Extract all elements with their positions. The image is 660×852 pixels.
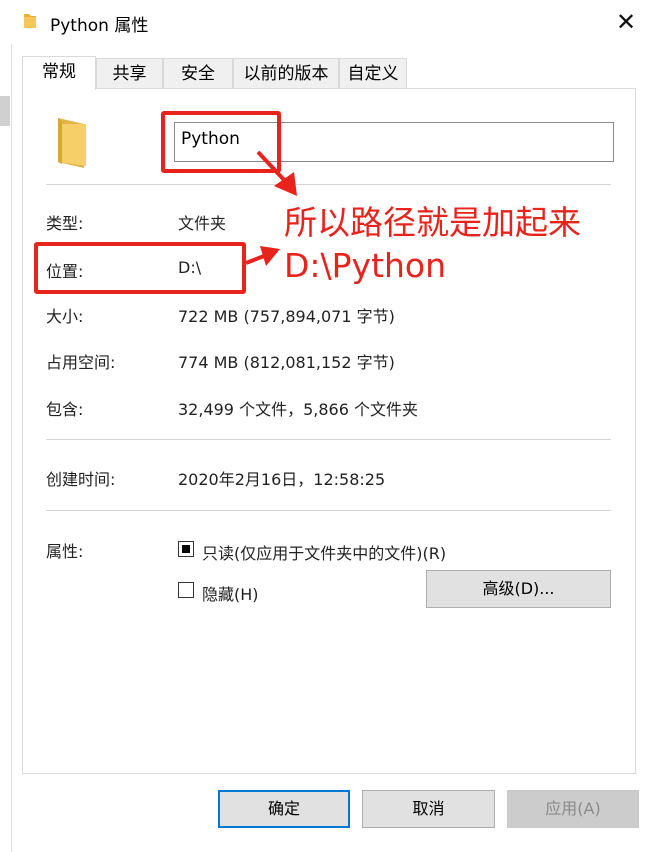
readonly-label[interactable]: 只读(仅应用于文件夹中的文件)(R) [202,540,446,564]
type-value: 文件夹 [178,214,227,233]
folder-icon [24,14,36,28]
contains-label: 包含: [46,400,84,419]
apply-button[interactable]: 应用(A) [507,790,639,828]
readonly-checkbox[interactable] [178,541,194,557]
size-on-disk-value: 774 MB (812,081,152 字节) [178,353,395,372]
created-value: 2020年2月16日，12:58:25 [178,470,386,489]
background-window-edge [0,96,10,126]
divider [46,439,611,440]
type-label: 类型: [46,214,84,233]
ok-button[interactable]: 确定 [218,790,350,828]
tab-sharing[interactable]: 共享 [96,58,163,88]
attributes-label: 属性: [46,542,84,561]
annotation-text-line2: D:\Python [284,246,447,285]
cancel-button[interactable]: 取消 [362,790,495,828]
divider [46,184,611,185]
size-label: 大小: [46,307,84,326]
close-button[interactable]: ✕ [608,4,644,40]
tab-general[interactable]: 常规 [22,56,96,90]
folder-icon [58,118,86,168]
window-title: Python 属性 [50,16,149,36]
annotation-box-name [161,111,281,173]
divider [46,510,611,511]
tab-label: 共享 [112,64,147,84]
annotation-box-location [34,242,246,294]
tab-label: 常规 [42,62,76,82]
hidden-label[interactable]: 隐藏(H) [202,581,259,605]
tab-label: 以前的版本 [243,64,329,84]
tab-label: 安全 [181,64,215,84]
contains-value: 32,499 个文件，5,866 个文件夹 [178,400,418,419]
tab-security[interactable]: 安全 [163,58,233,88]
close-icon: ✕ [615,8,637,36]
size-value: 722 MB (757,894,071 字节) [178,307,395,326]
advanced-button[interactable]: 高级(D)... [426,570,611,608]
tab-previous-versions[interactable]: 以前的版本 [233,58,339,88]
title-bar: Python 属性 ✕ [0,0,660,44]
annotation-text-line1: 所以路径就是加起来 [284,203,581,242]
size-on-disk-label: 占用空间: [46,353,116,372]
created-label: 创建时间: [46,470,116,489]
window-border [11,44,12,852]
tab-customize[interactable]: 自定义 [339,58,407,88]
general-panel [22,88,636,774]
tab-label: 自定义 [347,64,399,84]
hidden-checkbox[interactable] [178,582,194,598]
